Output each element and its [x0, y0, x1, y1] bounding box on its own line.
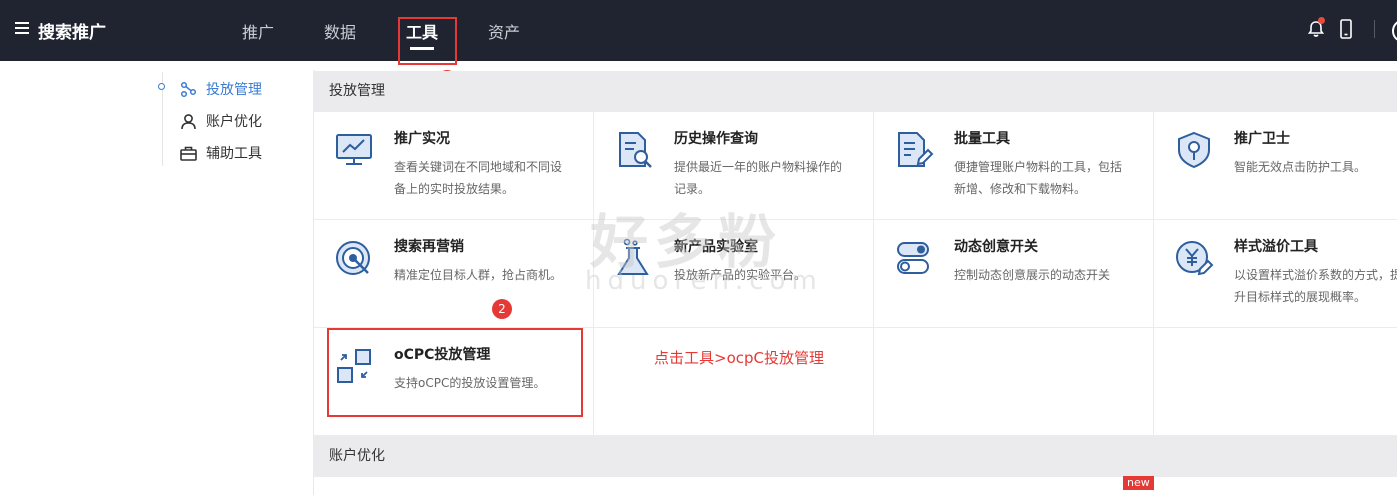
share-nodes-icon [180, 81, 197, 97]
tool-card-dynamic-creative-switch[interactable]: 动态创意开关 控制动态创意展示的动态开关 [874, 220, 1154, 328]
toggle-icon [897, 242, 929, 274]
shield-icon [1178, 131, 1210, 169]
tool-card-search-remarketing[interactable]: 搜索再营销 精准定位目标人群，抢占商机。 [314, 220, 594, 328]
user-icon [181, 113, 196, 129]
menu-icon[interactable] [15, 22, 29, 36]
sidebar-item-label: 辅助工具 [206, 146, 262, 162]
tool-card-title: 样式溢价工具 [1234, 239, 1318, 255]
sidebar-item-auxiliary-tools[interactable]: 辅助工具 [180, 143, 262, 163]
phone-icon[interactable] [1339, 19, 1353, 39]
brand-title: 搜索推广 [38, 23, 106, 43]
watermark-url: hduoren.com [585, 266, 823, 296]
sidebar-item-label: 投放管理 [206, 82, 262, 98]
monitor-chart-icon [336, 134, 372, 165]
empty-card [594, 328, 874, 436]
tool-card-description: 精准定位目标人群，抢占商机。 [394, 268, 563, 282]
new-badge: new [1123, 476, 1154, 490]
target-icon [336, 241, 370, 275]
tool-card-style-premium[interactable]: 样式溢价工具 以设置样式溢价系数的方式，提升目标样式的展现概率。 [1154, 220, 1397, 328]
section-header-account-optimization: 账户优化 [313, 436, 1397, 477]
tool-card-title: 批量工具 [954, 131, 1010, 147]
tool-card-title: 历史操作查询 [674, 131, 758, 147]
sidebar-item-label: 账户优化 [206, 114, 262, 130]
sidebar-item-delivery-management[interactable]: 投放管理 [180, 79, 262, 99]
topbar-divider [1374, 20, 1375, 38]
annotation-box-ocpc [327, 328, 583, 417]
tool-card-description: 查看关键词在不同地域和不同设备上的实时投放结果。 [394, 160, 563, 196]
tool-card-title: 推广卫士 [1234, 131, 1290, 147]
yen-edit-icon [1176, 241, 1214, 276]
section-header-delivery-management: 投放管理 [313, 71, 1397, 112]
sidebar-item-account-optimization[interactable]: 账户优化 [180, 111, 262, 131]
empty-card [874, 328, 1154, 436]
tool-card-description: 智能无效点击防护工具。 [1234, 160, 1367, 174]
notification-dot [1318, 17, 1325, 24]
tool-card-promotion-guard[interactable]: 推广卫士 智能无效点击防护工具。 [1154, 112, 1397, 220]
tool-card-title: 动态创意开关 [954, 239, 1038, 255]
top-navigation-bar: 搜索推广 推广 数据 工具 资产 [0, 0, 1397, 61]
tool-card-title: 搜索再营销 [394, 239, 464, 255]
tool-card-title: 推广实况 [394, 131, 450, 147]
nav-tab-data[interactable]: 数据 [324, 19, 356, 43]
annotation-instruction: 点击工具>ocpC投放管理 [654, 349, 824, 367]
tool-card-promotion-live[interactable]: 推广实况 查看关键词在不同地域和不同设备上的实时投放结果。 [314, 112, 594, 220]
sidebar-active-dot [158, 83, 165, 90]
empty-card [1154, 328, 1397, 436]
document-edit-icon [898, 132, 934, 167]
nav-tab-assets[interactable]: 资产 [488, 19, 520, 43]
tool-card-description: 提供最近一年的账户物料操作的记录。 [674, 160, 843, 196]
annotation-box-tools [398, 17, 457, 65]
tool-card-description: 便捷管理账户物料的工具，包括新增、修改和下载物料。 [954, 160, 1123, 196]
tool-card-description: 控制动态创意展示的动态开关 [954, 268, 1111, 282]
toolbox-icon [180, 146, 197, 161]
nav-tab-promotion[interactable]: 推广 [242, 19, 274, 43]
document-search-icon [619, 132, 652, 168]
tool-card-batch-tools[interactable]: 批量工具 便捷管理账户物料的工具，包括新增、修改和下载物料。 [874, 112, 1154, 220]
tool-card-description: 以设置样式溢价系数的方式，提升目标样式的展现概率。 [1234, 268, 1397, 304]
annotation-step-2: 2 [492, 299, 512, 319]
avatar-icon[interactable] [1392, 20, 1397, 42]
